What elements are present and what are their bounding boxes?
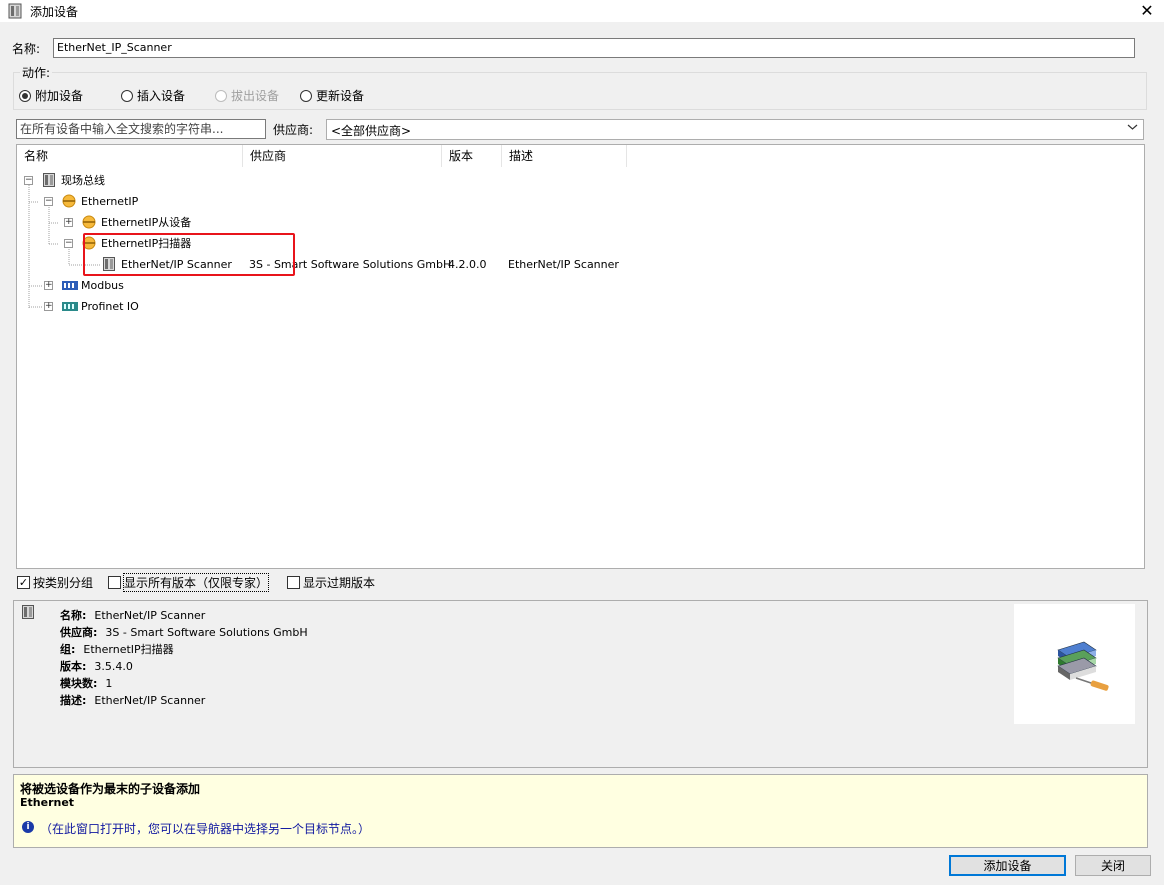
radio-indicator — [300, 89, 312, 102]
name-input[interactable]: EtherNet_IP_Scanner — [53, 38, 1135, 58]
checkbox-indicator — [108, 576, 121, 589]
column-header-vendor[interactable]: 供应商 — [243, 145, 442, 167]
radio-indicator — [215, 89, 227, 102]
search-input[interactable]: 在所有设备中输入全文搜索的字符串... — [16, 119, 266, 139]
collapse-icon[interactable]: − — [44, 197, 53, 206]
info-version: 版本: 3.5.4.0 — [60, 660, 133, 673]
message-hint: （在此窗口打开时，您可以在导航器中选择另一个目标节点。） — [40, 822, 371, 836]
tree-label: EthernetIP — [81, 195, 139, 208]
modbus-icon — [62, 281, 78, 290]
ethernetip-icon — [82, 215, 96, 229]
message-panel: 将被选设备作为最末的子设备添加 Ethernet i （在此窗口打开时，您可以在… — [13, 774, 1148, 848]
profinet-icon — [62, 302, 78, 311]
action-legend: 动作: — [20, 64, 53, 81]
expand-icon[interactable]: + — [44, 302, 53, 311]
tree-label: EthernetIP从设备 — [101, 216, 192, 229]
radio-insert-device[interactable]: 插入设备 — [121, 87, 185, 104]
vendor-select[interactable]: <全部供应商> — [326, 119, 1144, 140]
radio-append-device[interactable]: 附加设备 — [19, 87, 83, 104]
expand-icon[interactable]: + — [64, 218, 73, 227]
tree-label: Profinet IO — [81, 300, 139, 313]
message-line-2: Ethernet — [20, 796, 75, 809]
chevron-down-icon — [1127, 124, 1138, 130]
tree-row-ethernetip-slave[interactable]: + EthernetIP从设备 — [17, 212, 1144, 233]
table-header: 名称 供应商 版本 描述 — [17, 145, 1144, 167]
tree-row-fieldbus[interactable]: − 现场总线 — [17, 170, 1144, 191]
radio-unplug-device: 拔出设备 — [215, 87, 279, 104]
radio-indicator — [19, 89, 31, 102]
show-outdated-checkbox[interactable]: 显示过期版本 — [287, 574, 375, 591]
collapse-icon[interactable]: − — [64, 239, 73, 248]
info-icon: i — [22, 821, 34, 833]
radio-label: 更新设备 — [316, 89, 365, 103]
device-info-panel: 名称: EtherNet/IP Scanner 供应商: 3S - Smart So… — [13, 600, 1148, 768]
checkbox-label: 按类别分组 — [33, 576, 94, 590]
message-line-1: 将被选设备作为最末的子设备添加 — [20, 782, 201, 796]
vendor-label: 供应商: — [273, 123, 314, 137]
info-name: 名称: EtherNet/IP Scanner — [60, 609, 206, 622]
tree-row-profinet[interactable]: + Profinet IO — [17, 296, 1144, 317]
close-icon[interactable]: ✕ — [1136, 0, 1158, 22]
radio-label: 附加设备 — [35, 89, 84, 103]
expand-icon[interactable]: + — [44, 281, 53, 290]
device-icon — [8, 3, 22, 19]
window-title: 添加设备 — [30, 5, 79, 19]
info-group: 组: EthernetIP扫描器 — [60, 643, 174, 656]
device-preview-image — [1014, 604, 1135, 724]
radio-label: 插入设备 — [137, 89, 186, 103]
radio-indicator — [121, 89, 133, 102]
checkbox-indicator — [287, 576, 300, 589]
close-button[interactable]: 关闭 — [1075, 855, 1151, 876]
annotation-highlight-box — [83, 233, 295, 276]
radio-label: 拔出设备 — [231, 89, 280, 103]
ethernetip-icon — [62, 194, 76, 208]
check-icon: ✓ — [17, 576, 30, 589]
show-all-versions-checkbox[interactable]: 显示所有版本（仅限专家） — [108, 573, 270, 592]
collapse-icon[interactable]: − — [24, 176, 33, 185]
tree-label: 现场总线 — [61, 174, 105, 187]
tree-label: Modbus — [81, 279, 124, 292]
tree-row-modbus[interactable]: + Modbus — [17, 275, 1144, 296]
info-vendor: 供应商: 3S - Smart Software Solutions GmbH — [60, 626, 308, 639]
library-books-icon — [1057, 641, 1109, 691]
radio-update-device[interactable]: 更新设备 — [300, 87, 364, 104]
title-bar: 添加设备 ✕ — [0, 0, 1164, 22]
checkbox-label: 显示过期版本 — [303, 576, 376, 590]
fieldbus-icon — [43, 173, 55, 187]
device-icon — [22, 605, 34, 619]
column-header-version[interactable]: 版本 — [442, 145, 502, 167]
description-cell: EtherNet/IP Scanner — [508, 258, 619, 271]
info-module-count: 模块数: 1 — [60, 677, 113, 690]
vendor-value: <全部供应商> — [331, 124, 412, 138]
device-tree[interactable]: 名称 供应商 版本 描述 − 现场总线 − EthernetIP + Ether… — [16, 144, 1145, 569]
group-by-category-checkbox[interactable]: ✓ 按类别分组 — [17, 574, 93, 591]
name-label: 名称: — [12, 42, 41, 56]
version-cell: 4.2.0.0 — [448, 258, 487, 271]
tree-row-ethernetip[interactable]: − EthernetIP — [17, 191, 1144, 212]
checkbox-label: 显示所有版本（仅限专家） — [122, 573, 270, 592]
info-description: 描述: EtherNet/IP Scanner — [60, 694, 206, 707]
add-device-button[interactable]: 添加设备 — [949, 855, 1066, 876]
column-header-description[interactable]: 描述 — [502, 145, 627, 167]
